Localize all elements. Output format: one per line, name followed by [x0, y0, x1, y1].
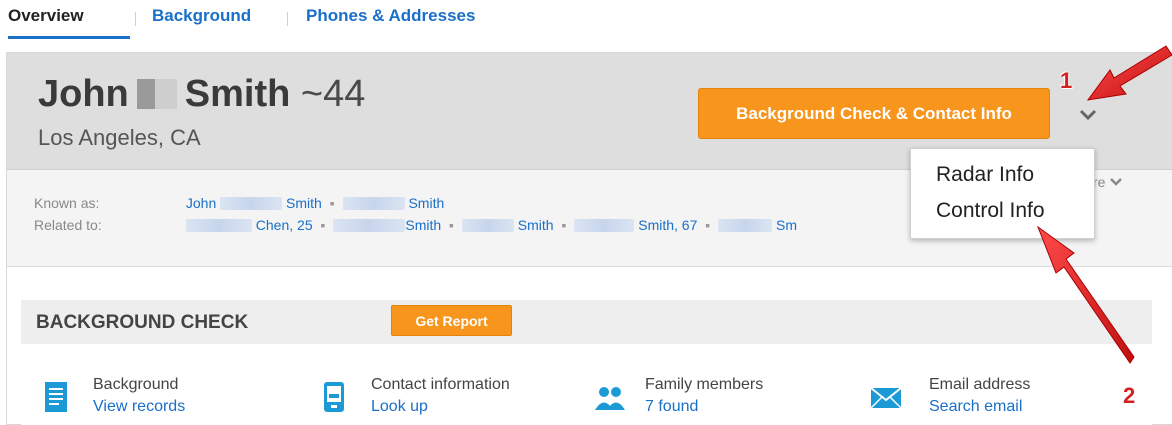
active-tab-indicator: [8, 36, 130, 39]
known-as-row: Known as: John Smith ▪ Smith: [34, 195, 445, 211]
tab-separator: [287, 12, 288, 26]
feature-title: Background: [93, 376, 179, 393]
tab-bar: Overview Background Phones & Addresses: [0, 0, 1172, 40]
section-title: BACKGROUND CHECK: [36, 312, 249, 333]
relative-link[interactable]: Smith, 67: [574, 217, 697, 233]
relative-link[interactable]: Sm: [718, 217, 797, 233]
feature-title: Contact information: [371, 376, 510, 393]
person-location: Los Angeles, CA: [38, 125, 201, 150]
tab-phones-addresses[interactable]: Phones & Addresses: [306, 6, 475, 26]
annotation-label-2: 2: [1123, 383, 1136, 408]
feature-title: Family members: [645, 376, 764, 393]
show-more-link[interactable]: re: [1093, 174, 1123, 190]
annotation-arrow-2: [1036, 225, 1135, 364]
annotation-arrow-1: [1086, 45, 1172, 101]
tab-separator: [135, 12, 136, 26]
relative-link[interactable]: Chen, 25: [185, 217, 313, 233]
document-icon: [45, 382, 67, 412]
alias-link[interactable]: Smith: [342, 195, 444, 211]
relative-link[interactable]: Smith: [333, 217, 441, 233]
annotation-label-1: 1: [1060, 68, 1073, 93]
people-icon: [595, 387, 625, 410]
section-header: BACKGROUND CHECK Get Report: [21, 300, 1152, 344]
person-age: ~44: [300, 73, 366, 115]
feature-action-link[interactable]: View records: [93, 398, 185, 416]
get-report-button[interactable]: Get Report: [391, 305, 512, 336]
person-name: John Smith ~44: [38, 73, 365, 116]
related-to-label: Related to:: [34, 217, 102, 233]
redacted-middle-name: [136, 79, 177, 109]
background-check-contact-button[interactable]: Background Check & Contact Info: [698, 88, 1050, 139]
known-as-label: Known as:: [34, 195, 100, 211]
alias-link[interactable]: John Smith: [186, 195, 322, 211]
menu-item-control-info[interactable]: Control Info: [936, 199, 1045, 223]
feature-action-link[interactable]: Look up: [371, 398, 428, 416]
envelope-icon: [870, 387, 902, 409]
menu-item-radar-info[interactable]: Radar Info: [936, 163, 1034, 187]
relative-link[interactable]: Smith: [461, 217, 554, 233]
last-name: Smith: [184, 73, 291, 115]
related-to-row: Related to: Chen, 25 ▪ Smith ▪ Smith ▪ S…: [34, 217, 798, 233]
feature-title: Email address: [929, 376, 1031, 393]
background-check-section: BACKGROUND CHECK Get Report Background V…: [21, 300, 1152, 425]
feature-action-link[interactable]: 7 found: [645, 398, 698, 416]
phone-icon: [324, 382, 344, 412]
tab-overview[interactable]: Overview: [8, 6, 84, 26]
chevron-down-icon: [1110, 178, 1123, 186]
tab-background[interactable]: Background: [152, 6, 251, 26]
first-name: John: [38, 73, 129, 115]
feature-action-link[interactable]: Search email: [929, 398, 1022, 416]
